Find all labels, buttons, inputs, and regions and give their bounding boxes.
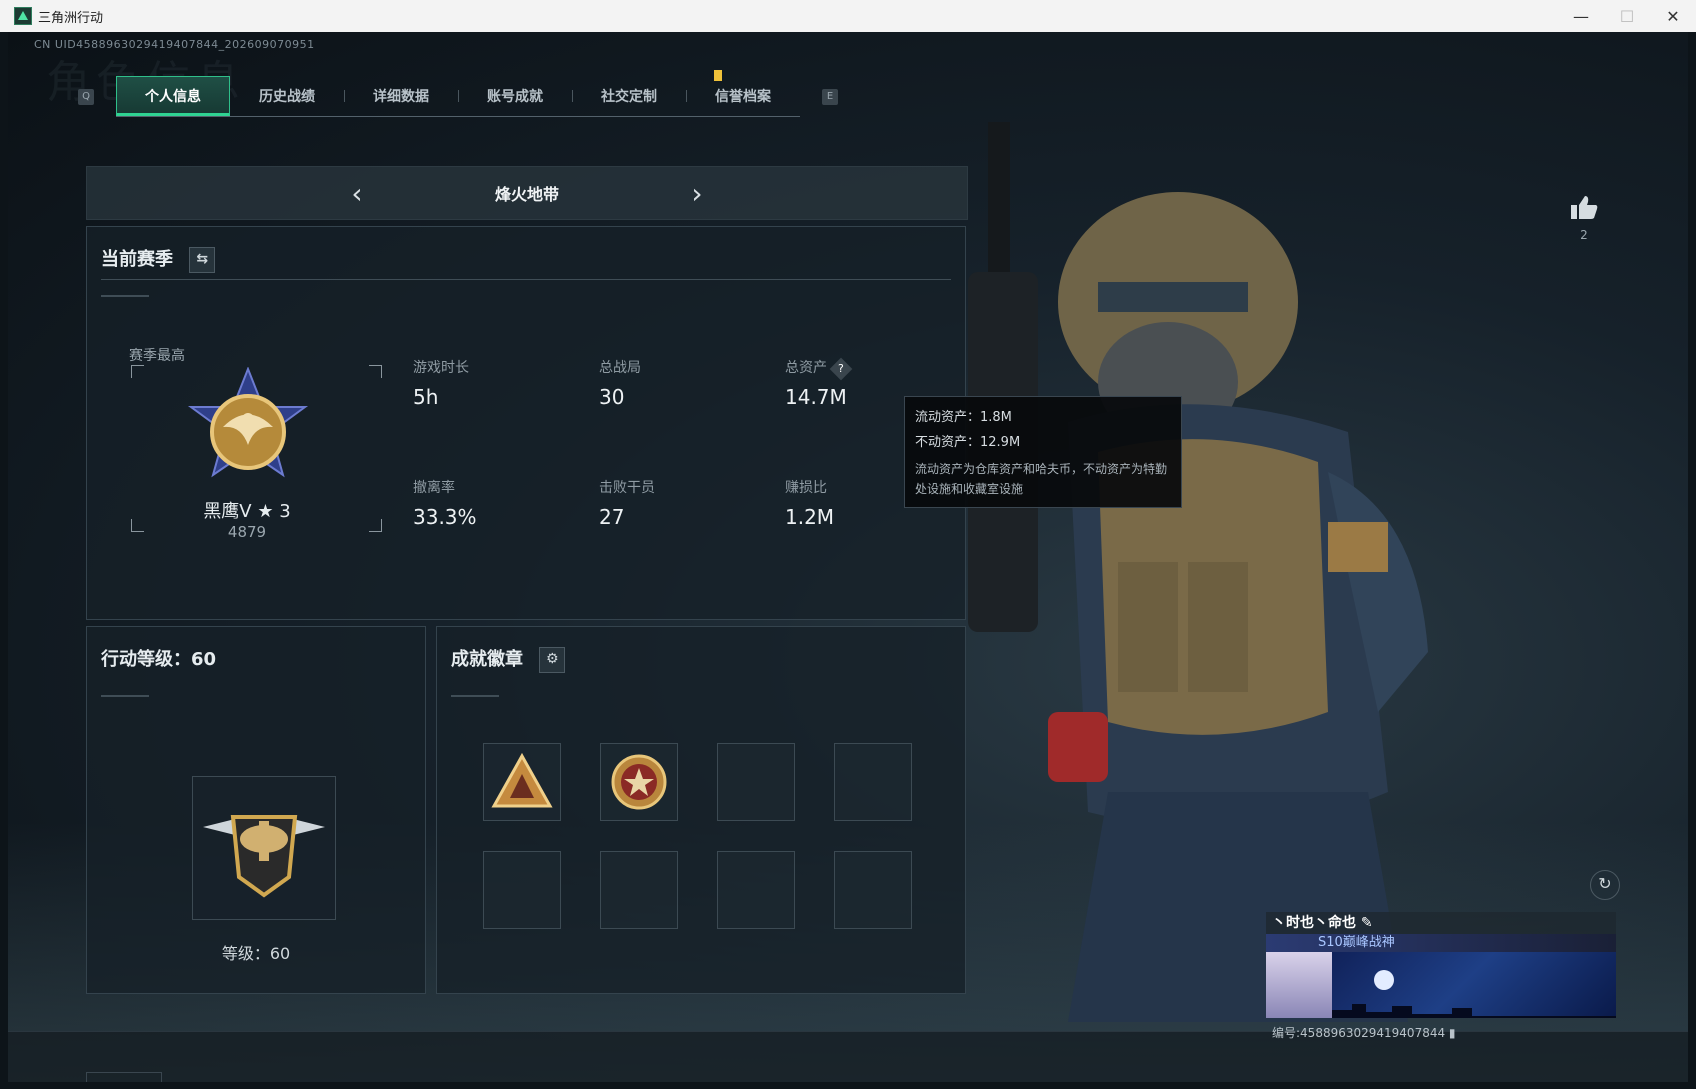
- refresh-icon[interactable]: ↻: [1590, 870, 1620, 900]
- divider: [451, 695, 499, 697]
- game-viewport: CN UID4588963029419407844_202609070951 角…: [8, 32, 1688, 1082]
- minimize-button[interactable]: —: [1558, 0, 1604, 32]
- stat-label: 游戏时长: [413, 360, 469, 376]
- player-name[interactable]: 丶时也丶命也 ✎: [1266, 912, 1616, 934]
- badge-slot[interactable]: [600, 851, 678, 929]
- tab-credit[interactable]: 信誉档案: [686, 86, 800, 106]
- stat-value: 30: [599, 385, 625, 409]
- stat-label: 总战局: [599, 360, 641, 376]
- window-titlebar: 三角洲行动 — ☐ ✕: [0, 0, 1696, 32]
- tooltip-fixed: 不动资产：12.9M: [915, 435, 1021, 450]
- player-title: S10巅峰战神: [1266, 934, 1616, 952]
- stat-total-matches: 总战局 30: [599, 357, 641, 409]
- switch-icon[interactable]: ⇆: [189, 247, 216, 273]
- close-button[interactable]: ✕: [1650, 0, 1696, 32]
- divider: [101, 695, 149, 697]
- level-emblem-icon: [203, 815, 325, 898]
- mode-name: 烽火地带: [494, 185, 559, 204]
- badge-panel: 成就徽章 ⚙: [436, 626, 966, 994]
- back-button[interactable]: Esc 返回: [86, 1072, 162, 1082]
- tab-bar: Q 个人信息 历史战绩 详细数据 账号成就 社交定制 信誉档案 E: [78, 70, 838, 117]
- stat-value: 33.3%: [413, 505, 477, 529]
- divider: [101, 279, 951, 280]
- stat-value: 14.7M: [785, 385, 847, 409]
- badge-slot[interactable]: [717, 851, 795, 929]
- season-title-row: 当前赛季 ⇆: [101, 245, 216, 273]
- like-button[interactable]: 2: [1568, 194, 1600, 242]
- player-banner: [1266, 952, 1616, 1018]
- tab-next-key[interactable]: E: [822, 88, 838, 105]
- badge-title-row: 成就徽章 ⚙: [451, 645, 566, 673]
- thumbs-up-icon: [1571, 196, 1598, 219]
- frame-corner: [369, 365, 382, 378]
- frame-corner: [131, 365, 144, 378]
- tab-history[interactable]: 历史战绩: [230, 86, 344, 106]
- prev-mode-button[interactable]: ‹: [337, 177, 377, 210]
- gear-icon[interactable]: ⚙: [539, 647, 566, 673]
- stat-label: 总资产: [785, 360, 827, 376]
- tab-personal-info[interactable]: 个人信息: [116, 76, 230, 116]
- badge-slot[interactable]: [600, 743, 678, 821]
- skyline-graphic: [1332, 1004, 1616, 1018]
- triangle-badge-icon: [491, 752, 553, 808]
- stat-playtime: 游戏时长 5h: [413, 357, 469, 409]
- stat-value: 27: [599, 505, 625, 529]
- season-best-label: 赛季最高: [129, 348, 185, 364]
- level-title: 行动等级：60: [101, 649, 217, 670]
- badge-slot[interactable]: [834, 743, 912, 821]
- stat-label: 击败干员: [599, 480, 655, 496]
- season-title: 当前赛季: [101, 249, 173, 270]
- notification-marker: [714, 70, 722, 81]
- app-icon: [14, 7, 32, 25]
- badge-slot[interactable]: [834, 851, 912, 929]
- stat-value: 1.2M: [785, 505, 835, 529]
- tooltip-note: 流动资产为仓库资产和哈夫币，不动资产为特勤处设施和收藏室设施: [915, 462, 1168, 496]
- next-mode-button[interactable]: ›: [677, 177, 717, 210]
- stat-label-row: 总资产?: [785, 357, 853, 381]
- avatar: [1266, 952, 1332, 1018]
- stat-value: 5h: [413, 385, 439, 409]
- tooltip-liquid: 流动资产：1.8M: [915, 410, 1012, 425]
- badge-slot[interactable]: [483, 743, 561, 821]
- stat-extraction-rate: 撤离率 33.3%: [413, 477, 477, 529]
- rank-score: 4879: [227, 523, 267, 541]
- rank-emblem-icon: [187, 367, 309, 478]
- moon-icon: [1374, 970, 1394, 990]
- player-id[interactable]: 编号:4588963029419407844 ▮: [1266, 1024, 1616, 1041]
- maximize-button[interactable]: ☐: [1604, 0, 1650, 32]
- level-text: 等级：60: [221, 944, 291, 963]
- stat-label: 赚损比: [785, 480, 827, 496]
- assets-tooltip: 流动资产：1.8M 不动资产：12.9M 流动资产为仓库资产和哈夫币，不动资产为…: [904, 396, 1182, 508]
- help-glyph: ?: [838, 362, 844, 375]
- badge-slot[interactable]: [483, 851, 561, 929]
- help-icon[interactable]: ?: [829, 357, 853, 381]
- badge-slot[interactable]: [717, 743, 795, 821]
- level-emblem-frame: [192, 776, 336, 920]
- badge-title: 成就徽章: [451, 649, 523, 670]
- stat-label: 撤离率: [413, 480, 455, 496]
- frame-corner: [131, 519, 144, 532]
- star-badge-icon: [611, 754, 667, 810]
- stat-total-assets: 总资产? 14.7M: [785, 357, 853, 409]
- stat-kills: 击败干员 27: [599, 477, 655, 529]
- tab-achievements[interactable]: 账号成就: [458, 86, 572, 106]
- player-card[interactable]: 丶时也丶命也 ✎ S10巅峰战神 编号:4588963029419407844 …: [1266, 912, 1616, 1040]
- season-panel: 当前赛季 ⇆ 赛季最高 黑鹰Ⅴ ★ 3 4879 游戏时长 5h 总战局 30 …: [86, 226, 966, 620]
- rank-name: 黑鹰Ⅴ ★ 3: [203, 501, 291, 522]
- window-title: 三角洲行动: [38, 10, 104, 26]
- mode-selector: ‹ 烽火地带 ›: [86, 166, 968, 220]
- tab-social[interactable]: 社交定制: [572, 86, 686, 106]
- tab-prev-key[interactable]: Q: [78, 88, 94, 105]
- tab-details[interactable]: 详细数据: [344, 86, 458, 106]
- frame-corner: [369, 519, 382, 532]
- stat-profit-ratio: 赚损比 1.2M: [785, 477, 834, 529]
- like-count: 2: [1580, 228, 1588, 242]
- operator-character: [968, 122, 1428, 1022]
- divider: [101, 295, 149, 297]
